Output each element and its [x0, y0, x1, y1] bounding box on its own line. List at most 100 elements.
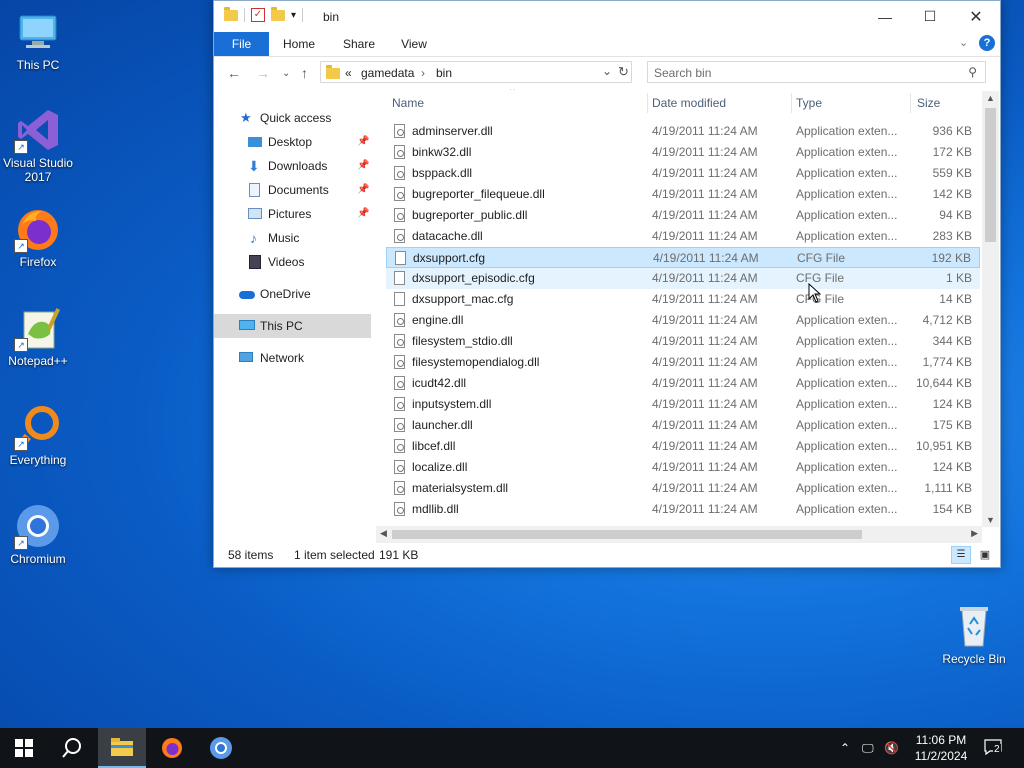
address-dropdown-icon[interactable]: ⌄	[602, 64, 612, 78]
large-icons-view-button[interactable]: ▣	[976, 546, 994, 564]
desktop-icon-recycle-bin[interactable]: Recycle Bin	[936, 602, 1012, 666]
cfg-file-icon	[394, 292, 405, 306]
tab-share[interactable]: Share	[336, 32, 382, 56]
file-row[interactable]: bugreporter_public.dll 4/19/2011 11:24 AM…	[386, 205, 980, 226]
up-arrow-icon[interactable]: ↑	[301, 65, 308, 81]
file-row[interactable]: engine.dll 4/19/2011 11:24 AM Application …	[386, 310, 980, 331]
horizontal-scrollbar[interactable]: ◀ ▶	[376, 526, 982, 543]
file-row[interactable]: binkw32.dll 4/19/2011 11:24 AM Application…	[386, 142, 980, 163]
taskbar-file-explorer[interactable]	[98, 728, 146, 768]
desktop-icon-this-pc[interactable]: This PC	[0, 8, 76, 72]
breadcrumb-overflow[interactable]: «	[345, 66, 352, 80]
desktop-icon-visual-studio[interactable]: ↗ Visual Studio 2017	[0, 106, 76, 184]
file-row[interactable]: dxsupport_episodic.cfg 4/19/2011 11:24 AM…	[386, 268, 980, 289]
file-name: localize.dll	[412, 460, 468, 474]
nav-pictures[interactable]: Pictures 📌	[214, 202, 371, 226]
file-row[interactable]: inputsystem.dll 4/19/2011 11:24 AM Applica…	[386, 394, 980, 415]
help-icon[interactable]: ?	[979, 35, 995, 51]
file-row[interactable]: mdllib.dll 4/19/2011 11:24 AM Application …	[386, 499, 980, 520]
nav-quick-access[interactable]: ★ Quick access	[214, 106, 371, 130]
scroll-right-icon[interactable]: ▶	[971, 528, 978, 539]
column-header-type[interactable]: Type	[796, 89, 822, 117]
taskbar-firefox[interactable]	[148, 728, 196, 768]
properties-icon[interactable]: ✓	[251, 8, 265, 22]
file-row[interactable]: dxsupport_mac.cfg 4/19/2011 11:24 AM CFG F…	[386, 289, 980, 310]
file-row[interactable]: dxsupport.cfg 4/19/2011 11:24 AM CFG File 1…	[386, 247, 980, 268]
notification-center-button[interactable]: 2	[984, 738, 1006, 758]
search-input[interactable]: Search bin	[654, 66, 711, 80]
desktop-icon-chromium[interactable]: ↗ Chromium	[0, 502, 76, 566]
vertical-scrollbar[interactable]: ▲ ▼	[982, 91, 999, 527]
file-row[interactable]: datacache.dll 4/19/2011 11:24 AM Applicati…	[386, 226, 980, 247]
show-hidden-icons[interactable]: ⌃	[840, 728, 850, 768]
minimize-button[interactable]: —	[862, 1, 908, 32]
close-button[interactable]: ✕	[953, 1, 999, 32]
file-row[interactable]: libcef.dll 4/19/2011 11:24 AM Application …	[386, 436, 980, 457]
scroll-left-icon[interactable]: ◀	[380, 528, 387, 539]
start-button[interactable]	[0, 728, 48, 768]
scrollbar-thumb[interactable]	[985, 108, 996, 242]
breadcrumb-bin[interactable]: bin	[436, 66, 452, 80]
scroll-down-icon[interactable]: ▼	[986, 515, 995, 525]
nav-onedrive[interactable]: OneDrive	[214, 282, 371, 306]
file-row[interactable]: bugreporter_filequeue.dll 4/19/2011 11:24…	[386, 184, 980, 205]
forward-arrow-icon[interactable]: →	[256, 65, 270, 81]
details-view-button[interactable]: ☰	[951, 546, 971, 564]
file-name: binkw32.dll	[412, 145, 472, 159]
clock[interactable]: 11:06 PM 11/2/2024	[906, 732, 976, 764]
maximize-button[interactable]: ☐	[907, 1, 953, 32]
file-row[interactable]: localize.dll 4/19/2011 11:24 AM Applicatio…	[386, 457, 980, 478]
recent-locations-icon[interactable]: ⌄	[282, 68, 290, 79]
file-date: 4/19/2011 11:24 AM	[653, 251, 759, 265]
file-row[interactable]: icudt42.dll 4/19/2011 11:24 AM Application…	[386, 373, 980, 394]
tab-home[interactable]: Home	[276, 32, 322, 56]
notification-count: 2	[993, 744, 1001, 755]
nav-network[interactable]: Network	[214, 346, 371, 370]
back-arrow-icon[interactable]: ←	[227, 65, 241, 81]
column-header-name[interactable]: Name	[392, 89, 424, 117]
file-type: Application exten...	[796, 355, 898, 369]
nav-documents[interactable]: Documents 📌	[214, 178, 371, 202]
nav-music[interactable]: ♪ Music	[214, 226, 371, 250]
desktop-icon-label: Notepad++	[8, 354, 68, 368]
file-size: 936 KB	[932, 124, 972, 138]
file-row[interactable]: adminserver.dll 4/19/2011 11:24 AM Applica…	[386, 121, 980, 142]
scrollbar-thumb[interactable]	[392, 530, 862, 539]
desktop-icon-label: Visual Studio 2017	[3, 156, 73, 184]
new-folder-icon[interactable]	[271, 6, 285, 21]
search-icon	[62, 738, 81, 758]
network-status-icon[interactable]: 🖵	[862, 728, 874, 768]
file-row[interactable]: filesystem_stdio.dll 4/19/2011 11:24 AM Ap…	[386, 331, 980, 352]
search-button[interactable]	[48, 728, 96, 768]
breadcrumb-gamedata[interactable]: gamedata	[361, 66, 414, 80]
desktop-icon-firefox[interactable]: ↗ Firefox	[0, 205, 76, 269]
file-row[interactable]: filesystemopendialog.dll 4/19/2011 11:24 …	[386, 352, 980, 373]
nav-this-pc[interactable]: This PC	[214, 314, 371, 338]
column-header-size[interactable]: Size	[917, 89, 940, 117]
desktop-icon-notepadpp[interactable]: ↗ Notepad++	[0, 304, 76, 368]
dll-file-icon	[394, 187, 405, 201]
search-box[interactable]: Search bin ⚲	[647, 61, 986, 83]
desktop-icon-everything[interactable]: ↗ Everything	[0, 403, 76, 467]
column-header-date[interactable]: Date modified	[652, 89, 726, 117]
tab-file[interactable]: File	[214, 32, 269, 56]
customize-toolbar-icon[interactable]: ▾	[291, 10, 296, 21]
title-bar[interactable]: ✓ ▾ bin — ☐ ✕	[214, 1, 1000, 32]
volume-muted-icon[interactable]: 🔇	[884, 728, 899, 768]
dll-file-icon	[394, 166, 405, 180]
tab-view[interactable]: View	[391, 32, 437, 56]
taskbar-chromium[interactable]	[197, 728, 245, 768]
scroll-up-icon[interactable]: ▲	[986, 93, 995, 103]
dll-file-icon	[394, 481, 405, 495]
nav-desktop[interactable]: Desktop 📌	[214, 130, 371, 154]
address-bar[interactable]: « gamedata › bin ⌄ ↻	[320, 61, 632, 83]
expand-ribbon-icon[interactable]: ⌄	[959, 36, 968, 49]
file-date: 4/19/2011 11:24 AM	[652, 460, 758, 474]
file-row[interactable]: launcher.dll 4/19/2011 11:24 AM Applicatio…	[386, 415, 980, 436]
folder-icon	[224, 6, 238, 21]
file-row[interactable]: bsppack.dll 4/19/2011 11:24 AM Application…	[386, 163, 980, 184]
refresh-icon[interactable]: ↻	[618, 64, 629, 80]
file-row[interactable]: materialsystem.dll 4/19/2011 11:24 AM Appl…	[386, 478, 980, 499]
nav-downloads[interactable]: ⬇ Downloads 📌	[214, 154, 371, 178]
nav-videos[interactable]: Videos	[214, 250, 371, 274]
